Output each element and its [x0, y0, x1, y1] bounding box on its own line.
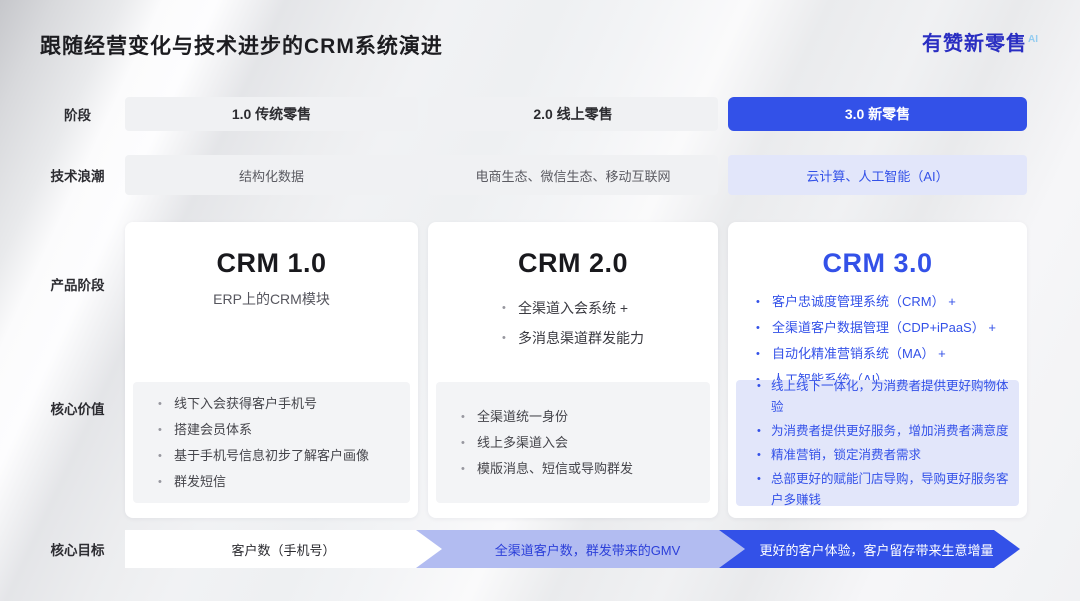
crm-2-product-list: 全渠道入会系统 + 多消息渠道群发能力 [502, 293, 644, 353]
goal-arrow-2-label: 全渠道客户数，群发带来的GMV [495, 540, 681, 559]
value-bullet: 基于手机号信息初步了解客户画像 [158, 443, 400, 469]
product-bullet: 多消息渠道群发能力 [502, 323, 644, 353]
tech-cell-cloud-ai: 云计算、人工智能（AI） [728, 155, 1027, 195]
slide-canvas: 跟随经营变化与技术进步的CRM系统演进 有赞新零售AI 阶段 1.0 传统零售 … [0, 0, 1080, 601]
tech-cell-structured-data: 结构化数据 [125, 155, 418, 195]
value-bullet: 线上线下一体化，为消费者提供更好购物体验 [757, 374, 1009, 419]
crm-3-value-panel: 线上线下一体化，为消费者提供更好购物体验 为消费者提供更好服务，增加消费者满意度… [736, 380, 1019, 506]
goal-arrow-1: 客户数（手机号） [125, 530, 442, 568]
product-bullet: 自动化精准营销系统（MA） + [756, 341, 1027, 367]
value-bullet: 线下入会获得客户手机号 [158, 391, 400, 417]
brand-logo: 有赞新零售AI [922, 27, 1038, 56]
crm-3-title: CRM 3.0 [728, 248, 1027, 279]
crm-1-subtitle: ERP上的CRM模块 [125, 289, 418, 309]
value-bullet: 为消费者提供更好服务，增加消费者满意度 [757, 419, 1009, 443]
crm-1-title: CRM 1.0 [125, 248, 418, 279]
crm-2-card: CRM 2.0 全渠道入会系统 + 多消息渠道群发能力 全渠道统一身份 线上多渠… [428, 222, 718, 518]
crm-1-card: CRM 1.0 ERP上的CRM模块 线下入会获得客户手机号 搭建会员体系 基于… [125, 222, 418, 518]
crm-3-value-list: 线上线下一体化，为消费者提供更好购物体验 为消费者提供更好服务，增加消费者满意度… [757, 374, 1009, 512]
value-bullet: 全渠道统一身份 [461, 404, 700, 430]
stage-cell-online-retail: 2.0 线上零售 [428, 97, 718, 131]
product-value-row: 产品阶段 核心价值 CRM 1.0 ERP上的CRM模块 线下入会获得客户手机号… [40, 222, 1040, 518]
goal-arrow-2: 全渠道客户数，群发带来的GMV [416, 530, 745, 568]
value-bullet: 总部更好的赋能门店导购，导购更好服务客户多赚钱 [757, 467, 1009, 512]
crm-1-value-list: 线下入会获得客户手机号 搭建会员体系 基于手机号信息初步了解客户画像 群发短信 [158, 391, 400, 495]
row-label-product-stage: 产品阶段 [40, 274, 115, 294]
row-label-stage: 阶段 [40, 97, 115, 131]
value-bullet: 群发短信 [158, 469, 400, 495]
tech-cell-ecommerce-wechat-mobile: 电商生态、微信生态、移动互联网 [428, 155, 718, 195]
stage-row: 阶段 1.0 传统零售 2.0 线上零售 3.0 新零售 [40, 97, 1040, 131]
brand-logo-text: 有赞新零售 [922, 33, 1027, 55]
crm-2-value-list: 全渠道统一身份 线上多渠道入会 模版消息、短信或导购群发 [461, 404, 700, 482]
row-labels-column: 产品阶段 核心价值 [40, 222, 115, 518]
row-label-core-value: 核心价值 [40, 398, 115, 418]
crm-2-title: CRM 2.0 [428, 248, 718, 279]
goal-arrow-1-label: 客户数（手机号） [231, 540, 335, 559]
product-bullet: 全渠道入会系统 + [502, 293, 644, 323]
value-bullet: 精准营销，锁定消费者需求 [757, 443, 1009, 467]
page-title: 跟随经营变化与技术进步的CRM系统演进 [40, 30, 443, 60]
crm-3-card: CRM 3.0 客户忠诚度管理系统（CRM） + 全渠道客户数据管理（CDP+i… [728, 222, 1027, 518]
goal-arrow-3: 更好的客户体验，客户留存带来生意增量 [719, 530, 1020, 568]
stage-cell-new-retail: 3.0 新零售 [728, 97, 1027, 131]
value-bullet: 模版消息、短信或导购群发 [461, 456, 700, 482]
product-bullet: 客户忠诚度管理系统（CRM） + [756, 289, 1027, 315]
crm-1-value-panel: 线下入会获得客户手机号 搭建会员体系 基于手机号信息初步了解客户画像 群发短信 [133, 382, 410, 503]
value-bullet: 线上多渠道入会 [461, 430, 700, 456]
row-label-tech-wave: 技术浪潮 [40, 155, 115, 195]
tech-wave-row: 技术浪潮 结构化数据 电商生态、微信生态、移动互联网 云计算、人工智能（AI） [40, 155, 1040, 195]
row-label-core-goal: 核心目标 [40, 530, 115, 568]
value-bullet: 搭建会员体系 [158, 417, 400, 443]
stage-cell-traditional-retail: 1.0 传统零售 [125, 97, 418, 131]
brand-logo-ai-mark: AI [1028, 34, 1038, 45]
core-goal-row: 核心目标 客户数（手机号） 全渠道客户数，群发带来的GMV 更好的客户体验，客户… [40, 530, 1040, 568]
goal-arrow-3-label: 更好的客户体验，客户留存带来生意增量 [759, 540, 993, 559]
product-bullet: 全渠道客户数据管理（CDP+iPaaS） + [756, 315, 1027, 341]
goal-arrow-track: 客户数（手机号） 全渠道客户数，群发带来的GMV 更好的客户体验，客户留存带来生… [125, 530, 1027, 568]
crm-2-value-panel: 全渠道统一身份 线上多渠道入会 模版消息、短信或导购群发 [436, 382, 710, 503]
